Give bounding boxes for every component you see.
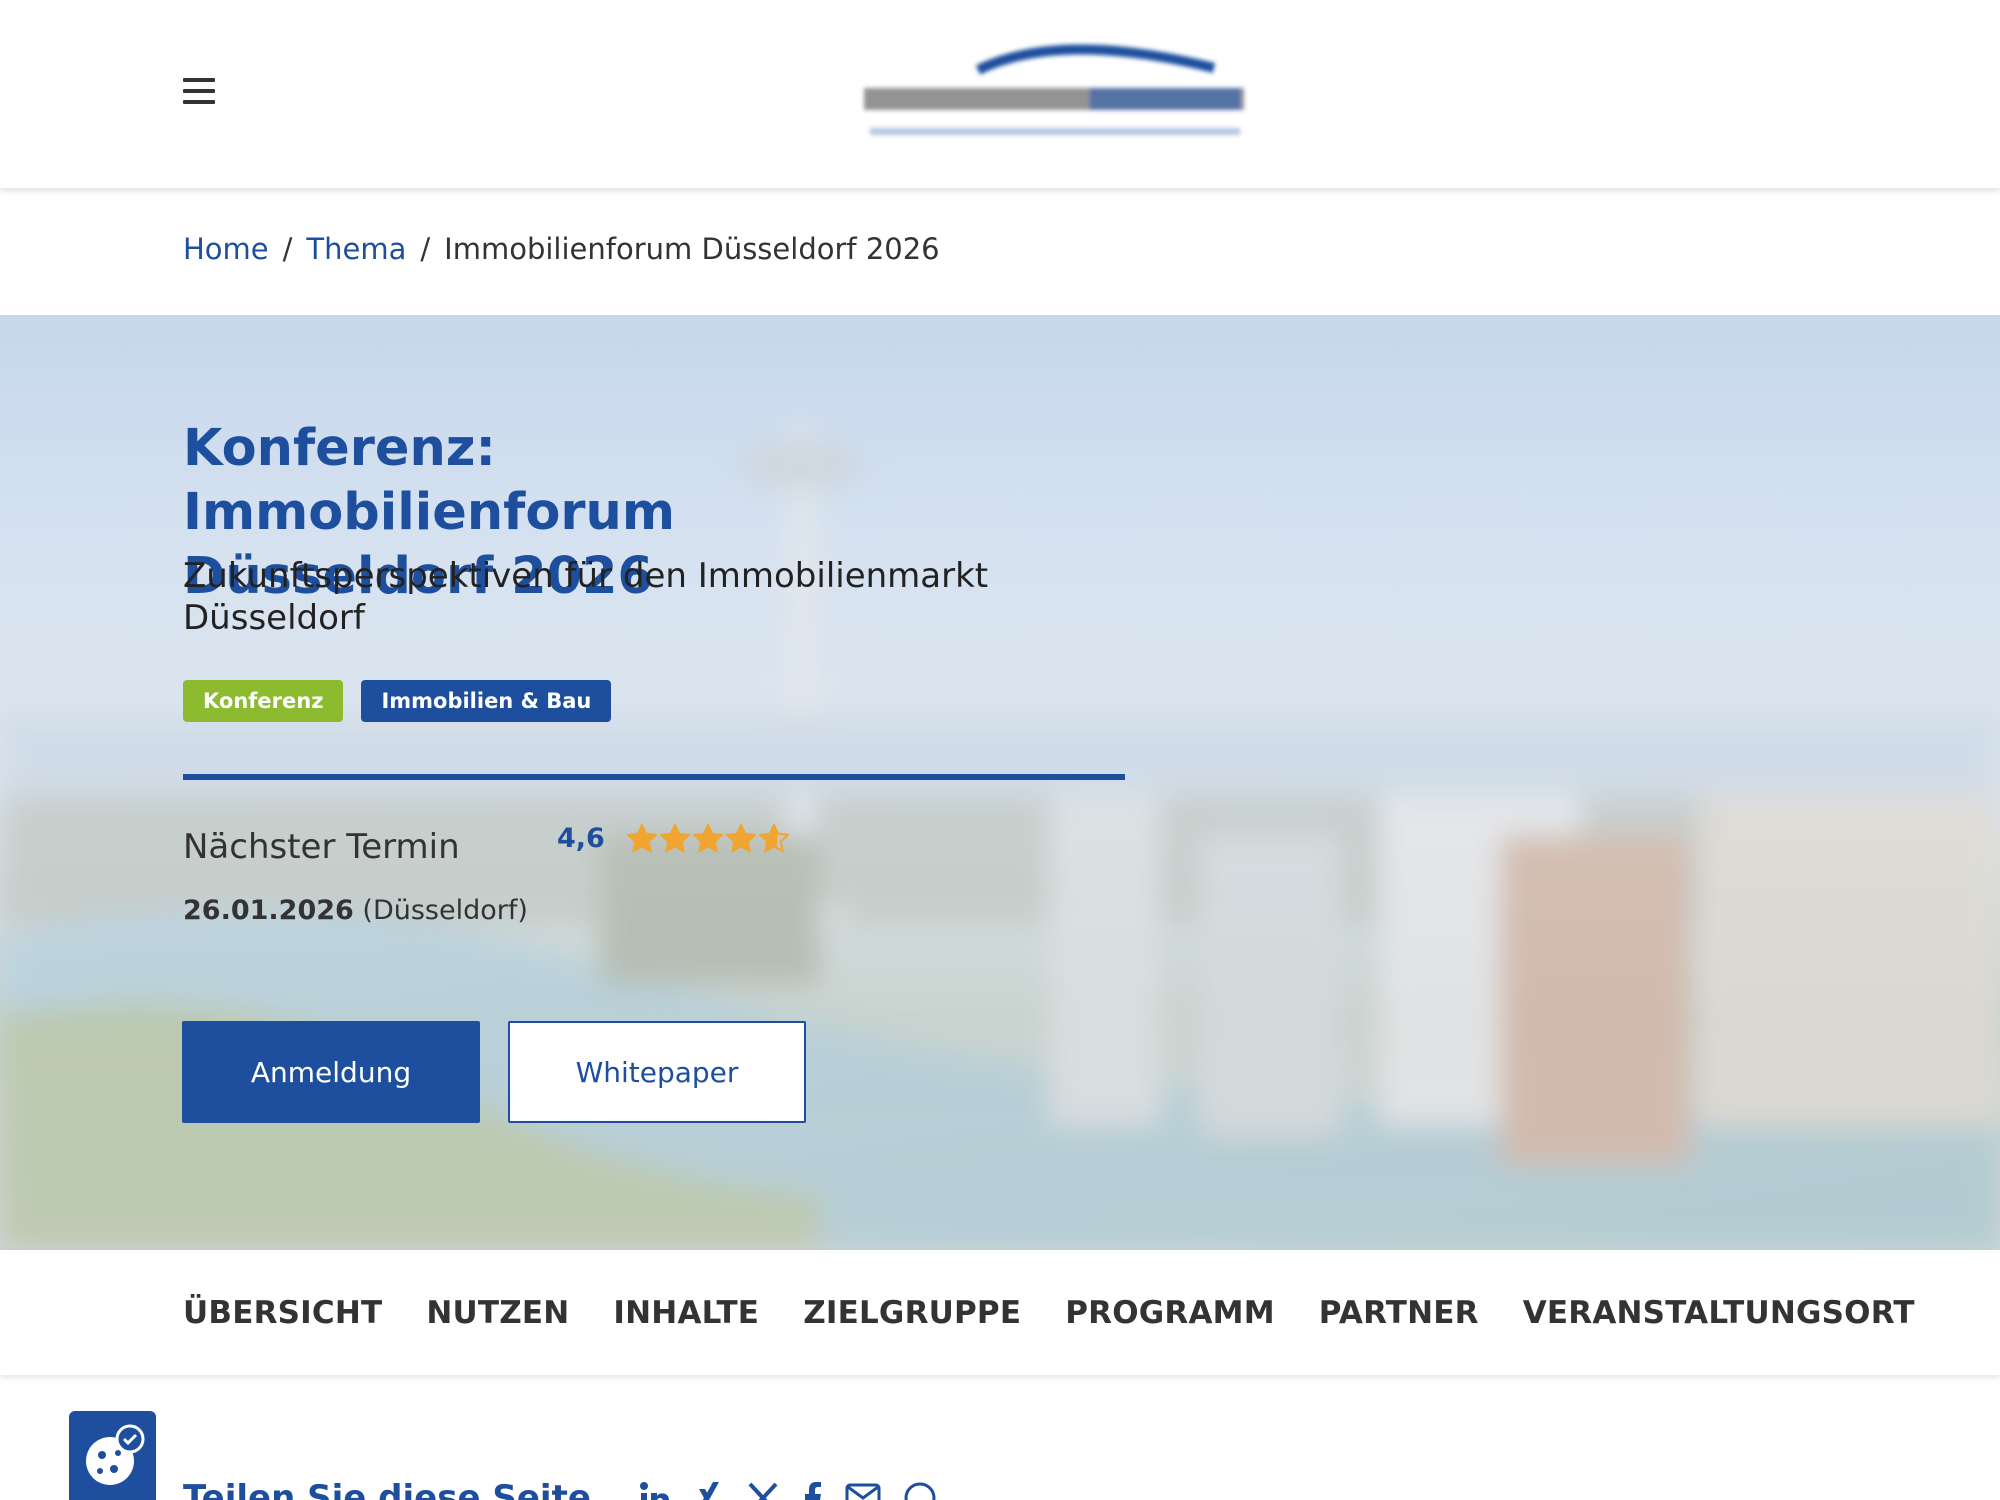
star-icon xyxy=(725,823,756,853)
share-label: Teilen Sie diese Seite xyxy=(183,1478,591,1500)
whitepaper-button[interactable]: Whitepaper xyxy=(508,1021,806,1123)
tab-contents[interactable]: INHALTE xyxy=(613,1295,759,1331)
breadcrumb-current: Immobilienforum Düsseldorf 2026 xyxy=(444,232,940,266)
whatsapp-icon[interactable] xyxy=(903,1481,937,1500)
breadcrumb-home-link[interactable]: Home xyxy=(183,232,269,266)
site-header xyxy=(0,0,2000,188)
cookie-settings-button[interactable] xyxy=(69,1411,156,1500)
share-icons xyxy=(639,1481,937,1500)
star-icon xyxy=(626,823,657,853)
linkedin-icon[interactable] xyxy=(639,1481,673,1500)
breadcrumb: Home / Thema / Immobilienforum Düsseldor… xyxy=(183,232,940,266)
tab-benefits[interactable]: NUTZEN xyxy=(426,1295,569,1331)
tab-venue[interactable]: VERANSTALTUNGSORT xyxy=(1523,1295,1915,1331)
x-icon[interactable] xyxy=(747,1481,779,1500)
next-date: 26.01.2026 (Düsseldorf) xyxy=(183,895,528,926)
breadcrumb-separator: / xyxy=(282,232,293,266)
star-icon xyxy=(692,823,723,853)
xing-icon[interactable] xyxy=(695,1481,725,1500)
company-logo[interactable] xyxy=(860,36,1250,156)
rating: 4,6 xyxy=(557,823,789,854)
breadcrumb-separator: / xyxy=(420,232,431,266)
hamburger-menu-icon[interactable] xyxy=(183,78,215,110)
category-badges: Konferenz Immobilien & Bau xyxy=(183,680,612,722)
mail-icon[interactable] xyxy=(845,1481,881,1500)
star-icon xyxy=(758,823,789,853)
hero-section: Konferenz: Immobilienforum Düsseldorf 20… xyxy=(0,315,2000,1250)
badge-conference[interactable]: Konferenz xyxy=(183,680,344,722)
star-icon xyxy=(659,823,690,853)
breadcrumb-topic-link[interactable]: Thema xyxy=(306,232,406,266)
cookie-settings-icon xyxy=(85,1424,144,1485)
rating-stars xyxy=(626,823,789,854)
hero-divider xyxy=(183,774,1125,780)
tab-target-group[interactable]: ZIELGRUPPE xyxy=(803,1295,1021,1331)
next-date-value: 26.01.2026 xyxy=(183,895,354,926)
next-date-location: (Düsseldorf) xyxy=(362,895,528,926)
facebook-icon[interactable] xyxy=(801,1481,823,1500)
next-date-label: Nächster Termin xyxy=(183,827,460,867)
tab-partner[interactable]: PARTNER xyxy=(1319,1295,1479,1331)
tab-overview[interactable]: ÜBERSICHT xyxy=(183,1295,382,1331)
section-tab-nav: ÜBERSICHT NUTZEN INHALTE ZIELGRUPPE PROG… xyxy=(0,1250,2000,1375)
page-subtitle: Zukunftsperspektiven für den Immobilienm… xyxy=(183,556,989,638)
share-bar: Teilen Sie diese Seite xyxy=(183,1478,937,1500)
badge-real-estate[interactable]: Immobilien & Bau xyxy=(361,680,612,722)
rating-value: 4,6 xyxy=(557,823,605,854)
tab-program[interactable]: PROGRAMM xyxy=(1065,1295,1275,1331)
register-button[interactable]: Anmeldung xyxy=(182,1021,480,1123)
